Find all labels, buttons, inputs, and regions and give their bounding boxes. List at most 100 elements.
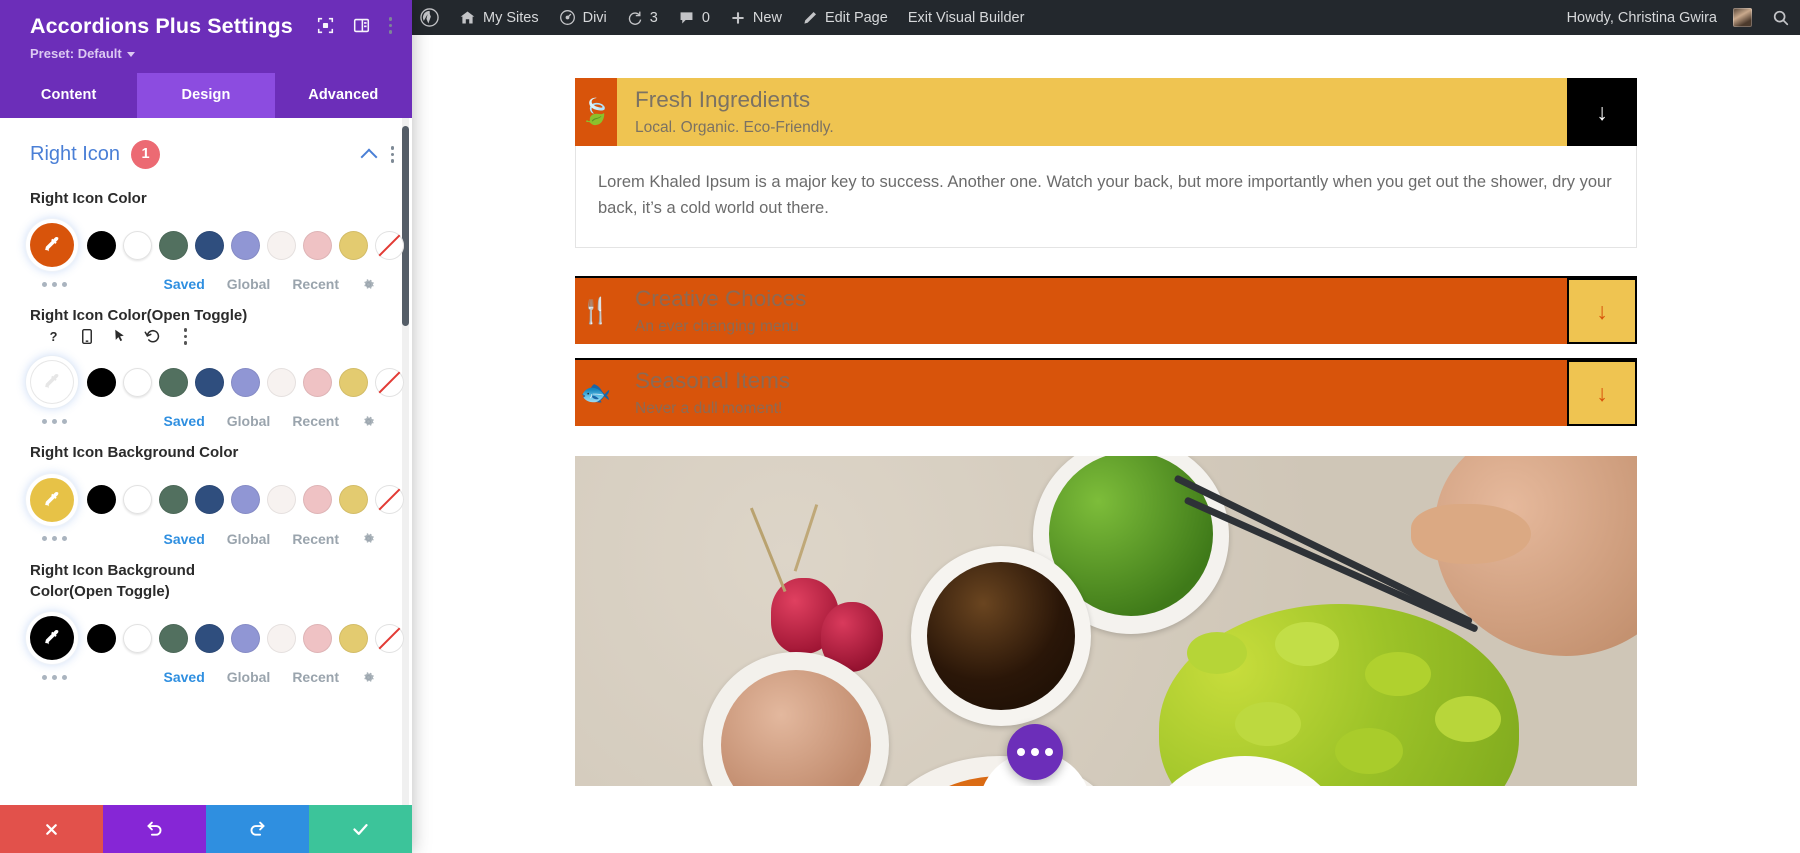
palette-swatch[interactable] [375,367,404,397]
preset-selector[interactable]: Preset: Default [30,46,135,61]
palette-swatch[interactable] [123,230,152,260]
panel-scrollbar-thumb[interactable] [402,125,409,326]
selected-color-swatch[interactable] [30,616,74,661]
swatch-more-icon[interactable] [42,674,67,680]
palette-swatch[interactable] [339,230,368,260]
palette-swatch[interactable] [267,230,296,260]
more-options-icon[interactable] [388,17,392,34]
comments-menu[interactable]: 0 [668,0,720,35]
swatch-tab-recent[interactable]: Recent [292,276,339,292]
selected-color-swatch[interactable] [30,360,74,405]
palette-swatch[interactable] [267,367,296,397]
gear-icon[interactable] [361,277,376,292]
palette-swatch[interactable] [231,367,260,397]
swatch-tab-recent[interactable]: Recent [292,669,339,685]
edit-page-menu[interactable]: Edit Page [792,0,898,35]
hover-icon[interactable] [110,327,129,346]
wordpress-logo-icon[interactable] [412,0,449,35]
responsive-icon[interactable] [77,327,96,346]
palette-swatch[interactable] [123,485,152,515]
selected-color-swatch[interactable] [30,223,74,268]
reset-icon[interactable] [143,327,162,346]
swatch-tab-global[interactable]: Global [227,669,271,685]
palette-swatch[interactable] [303,367,332,397]
swatch-tab-global[interactable]: Global [227,531,271,547]
layout-toggle-icon[interactable] [353,17,370,34]
palette-swatch[interactable] [195,485,224,515]
more-icon[interactable] [176,327,195,346]
tab-advanced[interactable]: Advanced [275,73,412,118]
swatch-tab-recent[interactable]: Recent [292,531,339,547]
color-field: Right Icon Background Color(Open Toggle)… [0,547,412,685]
palette-swatch[interactable] [375,230,404,260]
selected-color-swatch[interactable] [30,477,74,522]
accordion-toggle-button[interactable]: ↓ [1567,360,1637,427]
palette-swatch[interactable] [231,230,260,260]
accordion-toggle-button[interactable]: ↓ [1567,278,1637,345]
tab-design[interactable]: Design [137,72,275,118]
save-button[interactable] [309,805,412,853]
palette-swatch[interactable] [195,623,224,653]
help-icon[interactable]: ? [44,327,63,346]
tab-content[interactable]: Content [0,73,137,118]
search-icon[interactable] [1762,0,1800,35]
section-more-icon[interactable] [390,146,394,163]
palette-swatch[interactable] [267,623,296,653]
palette-swatch[interactable] [339,367,368,397]
palette-swatch[interactable] [87,367,116,397]
accordion-toggle-button[interactable]: ↓ [1567,78,1637,146]
palette-swatch[interactable] [159,367,188,397]
swatch-tab-global[interactable]: Global [227,413,271,429]
swatch-tab-recent[interactable]: Recent [292,413,339,429]
palette-swatch[interactable] [87,485,116,515]
palette-swatch[interactable] [123,623,152,653]
palette-swatch[interactable] [159,485,188,515]
divi-menu[interactable]: Divi [549,0,617,35]
accordion-header[interactable]: 🍃 Fresh Ingredients Local. Organic. Eco-Fr… [575,78,1637,146]
my-sites-menu[interactable]: My Sites [449,0,549,35]
palette-swatch[interactable] [159,623,188,653]
swatch-tab-saved[interactable]: Saved [164,531,205,547]
undo-button[interactable] [103,805,206,853]
palette-swatch[interactable] [375,485,404,515]
palette-swatch[interactable] [375,623,404,653]
swatch-tab-saved[interactable]: Saved [164,276,205,292]
color-field: Right Icon Background Color Saved Global Re… [0,429,412,547]
palette-swatch[interactable] [303,230,332,260]
redo-button[interactable] [206,805,309,853]
accordion-header[interactable]: 🍴 Creative Choices An ever changing menu ↓ [575,276,1637,345]
palette-swatch[interactable] [123,367,152,397]
palette-swatch[interactable] [231,623,260,653]
swatch-tab-global[interactable]: Global [227,276,271,292]
palette-swatch[interactable] [267,485,296,515]
swatch-tab-saved[interactable]: Saved [164,413,205,429]
swatch-more-icon[interactable] [42,536,67,542]
gear-icon[interactable] [361,531,376,546]
palette-swatch[interactable] [195,367,224,397]
chevron-up-icon[interactable] [360,148,377,166]
palette-swatch[interactable] [159,230,188,260]
account-menu[interactable]: Howdy, Christina Gwira [1559,0,1762,35]
palette-swatch[interactable] [339,623,368,653]
new-menu[interactable]: New [720,0,792,35]
palette-swatch[interactable] [303,485,332,515]
swatch-more-icon[interactable] [42,418,67,424]
palette-swatch[interactable] [195,230,224,260]
swatch-more-icon[interactable] [42,281,67,287]
exit-visual-builder-menu[interactable]: Exit Visual Builder [898,0,1035,35]
focus-icon[interactable] [317,17,334,34]
gear-icon[interactable] [361,670,376,685]
palette-swatch[interactable] [231,485,260,515]
divi-page-settings-button[interactable] [1007,724,1063,781]
cancel-button[interactable] [0,805,103,853]
gear-icon[interactable] [361,414,376,429]
palette-swatch[interactable] [339,485,368,515]
accordion-header[interactable]: 🐟 Seasonal Items Never a dull moment! ↓ [575,358,1637,427]
palette-swatch[interactable] [87,623,116,653]
section-right-icon[interactable]: Right Icon 1 [0,118,412,175]
accordion-left-icon: 🐟 [575,360,617,426]
swatch-tab-saved[interactable]: Saved [164,669,205,685]
palette-swatch[interactable] [303,623,332,653]
palette-swatch[interactable] [87,230,116,260]
updates-menu[interactable]: 3 [617,0,668,35]
